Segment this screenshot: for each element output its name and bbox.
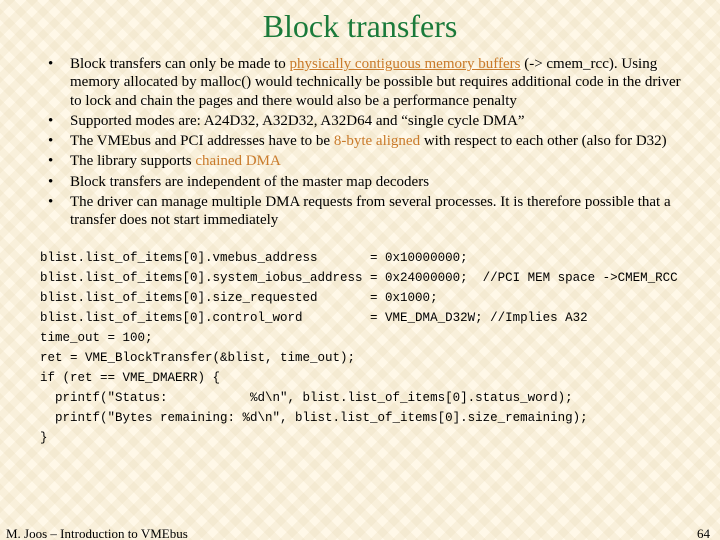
code-line: printf("Status: %d\n", blist.list_of_ite… xyxy=(40,388,720,408)
code-block: blist.list_of_items[0].vmebus_address = … xyxy=(40,248,720,448)
code-line: blist.list_of_items[0].system_iobus_addr… xyxy=(40,268,720,288)
bullet-text-pre: The library supports xyxy=(70,153,195,169)
code-line: if (ret == VME_DMAERR) { xyxy=(40,368,720,388)
bullet-item: Block transfers are independent of the m… xyxy=(48,173,690,191)
bullet-item: Supported modes are: A24D32, A32D32, A32… xyxy=(48,112,690,130)
bullet-text-pre: The VMEbus and PCI addresses have to be xyxy=(70,133,334,149)
bullet-text-pre: Block transfers are independent of the m… xyxy=(70,174,429,190)
code-line: printf("Bytes remaining: %d\n", blist.li… xyxy=(40,408,720,428)
page-number: 64 xyxy=(697,526,710,540)
code-line: } xyxy=(40,428,720,448)
code-line: blist.list_of_items[0].size_requested = … xyxy=(40,288,720,308)
bullet-item: The VMEbus and PCI addresses have to be … xyxy=(48,132,690,150)
bullet-text-emph: 8-byte aligned xyxy=(334,133,420,149)
bullet-item: The driver can manage multiple DMA reque… xyxy=(48,193,690,230)
bullet-text-emph: chained DMA xyxy=(195,153,280,169)
slide-title: Block transfers xyxy=(0,8,720,45)
bullet-text-emph: physically contiguous memory buffers xyxy=(290,56,521,72)
bullet-text-pre: Block transfers can only be made to xyxy=(70,56,290,72)
bullet-item: Block transfers can only be made to phys… xyxy=(48,55,690,110)
bullet-item: The library supports chained DMA xyxy=(48,152,690,170)
bullet-text-pre: Supported modes are: A24D32, A32D32, A32… xyxy=(70,113,525,129)
bullet-list: Block transfers can only be made to phys… xyxy=(48,55,690,230)
code-line: blist.list_of_items[0].control_word = VM… xyxy=(40,308,720,328)
bullet-text-pre: The driver can manage multiple DMA reque… xyxy=(70,194,671,228)
bullet-text-post: with respect to each other (also for D32… xyxy=(420,133,667,149)
code-line: blist.list_of_items[0].vmebus_address = … xyxy=(40,248,720,268)
code-line: time_out = 100; xyxy=(40,328,720,348)
code-line: ret = VME_BlockTransfer(&blist, time_out… xyxy=(40,348,720,368)
footer-text: M. Joos – Introduction to VMEbus xyxy=(6,526,188,540)
